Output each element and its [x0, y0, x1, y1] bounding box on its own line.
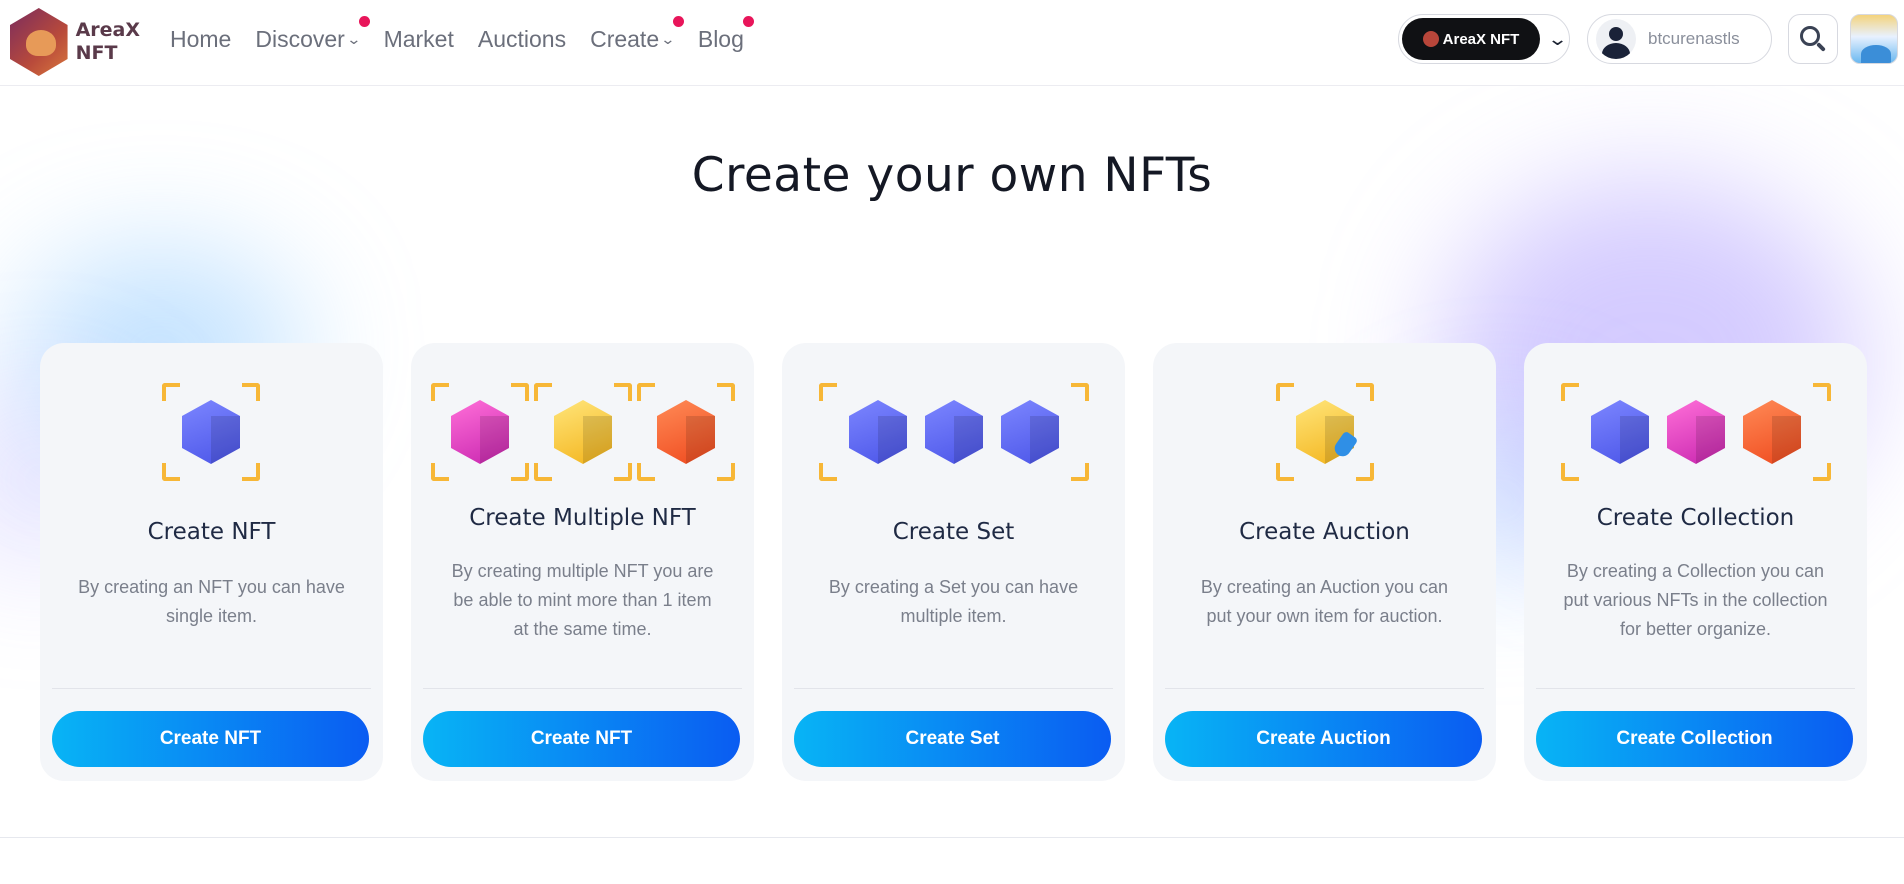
card-description: By creating a Set you can have multiple …	[828, 577, 1079, 626]
card-description: By creating an Auction you can put your …	[1200, 577, 1449, 626]
single-cube-icon	[40, 383, 383, 481]
card-title: Create Auction	[1239, 519, 1410, 545]
card-create-set: Create Set By creating a Set you can hav…	[782, 343, 1125, 781]
top-navbar: AreaX NFT Home Discover ⌄ Market Auction…	[0, 0, 1904, 86]
multiple-cubes-icon	[411, 383, 754, 481]
chevron-down-icon: ⌄	[1546, 28, 1569, 50]
avatar	[1596, 19, 1636, 59]
card-divider	[52, 688, 371, 689]
create-nft-button[interactable]: Create NFT	[52, 711, 369, 767]
user-account-button[interactable]: btcurenastls	[1587, 14, 1772, 64]
profile-image-button[interactable]	[1850, 14, 1898, 64]
card-title: Create NFT	[147, 519, 276, 545]
section-divider	[0, 837, 1904, 838]
page-title: Create your own NFTs	[691, 148, 1213, 203]
card-description: By creating a Collection you can put var…	[1563, 561, 1828, 639]
create-set-button[interactable]: Create Set	[794, 711, 1111, 767]
card-create-auction: Create Auction By creating an Auction yo…	[1153, 343, 1496, 781]
create-multiple-nft-button[interactable]: Create NFT	[423, 711, 740, 767]
network-icon	[1422, 31, 1439, 47]
network-selector[interactable]: AreaX NFT ⌄	[1398, 14, 1570, 64]
create-options: Create NFT By creating an NFT you can ha…	[40, 343, 1868, 783]
card-create-multiple-nft: Create Multiple NFT By creating multiple…	[411, 343, 754, 781]
network-label: AreaX NFT	[1442, 30, 1520, 48]
card-title: Create Multiple NFT	[469, 505, 696, 531]
card-create-collection: Create Collection By creating a Collecti…	[1524, 343, 1867, 781]
search-button[interactable]	[1788, 14, 1838, 64]
network-pill: AreaX NFT	[1402, 18, 1540, 60]
auction-cube-icon	[1153, 383, 1496, 481]
card-divider	[1536, 688, 1855, 689]
username: btcurenastls	[1648, 29, 1740, 48]
card-divider	[794, 688, 1113, 689]
card-description: By creating multiple NFT you are be able…	[451, 561, 714, 639]
card-divider	[1165, 688, 1484, 689]
header-actions: AreaX NFT ⌄ btcurenastls	[0, 14, 1904, 64]
card-create-nft: Create NFT By creating an NFT you can ha…	[40, 343, 383, 781]
collection-cubes-icon	[1524, 383, 1867, 481]
card-title: Create Set	[892, 519, 1015, 545]
card-title: Create Collection	[1596, 505, 1795, 531]
card-divider	[423, 688, 742, 689]
search-icon	[1800, 26, 1820, 46]
create-collection-button[interactable]: Create Collection	[1536, 711, 1853, 767]
create-auction-button[interactable]: Create Auction	[1165, 711, 1482, 767]
card-description: By creating an NFT you can have single i…	[78, 577, 345, 626]
set-cubes-icon	[782, 383, 1125, 481]
